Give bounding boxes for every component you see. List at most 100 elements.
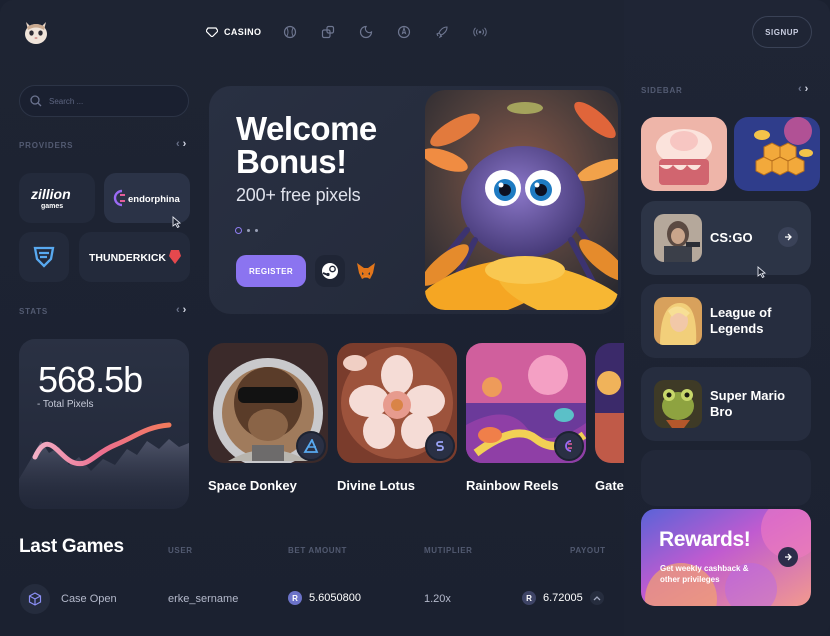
csgo-go-button[interactable] (778, 227, 798, 247)
metamask-fox-icon (357, 263, 375, 279)
row-expand-button[interactable] (590, 591, 604, 605)
sidebar-item-super-mario-bro[interactable]: Super Mario Bro (641, 367, 811, 441)
diamond-icon (206, 27, 218, 37)
arrow-right-icon (785, 553, 792, 561)
provider-badge (554, 431, 584, 461)
search-box[interactable] (19, 85, 189, 117)
spider-monster-image (425, 90, 618, 310)
compass-icon[interactable] (395, 23, 413, 41)
coin-icon: R (288, 591, 302, 605)
league-avatar (654, 297, 702, 345)
rewards-go-button[interactable] (778, 547, 798, 567)
row-bet-value: 5.6050800 (309, 591, 361, 604)
game-card-divine-lotus[interactable]: Divine Lotus (337, 343, 457, 494)
endorphina-small-icon (565, 440, 572, 452)
row-bet-amount: R 5.6050800 (288, 591, 361, 605)
column-header-user: USER (168, 546, 193, 555)
svg-text:zillion: zillion (30, 186, 71, 202)
last-games-title: Last Games (19, 536, 124, 557)
app-root: CASINO SIGNUP PROVIDERS ‹ › (0, 0, 830, 636)
rocket-icon[interactable] (433, 23, 451, 41)
game-title: Rainbow Reels (466, 478, 559, 493)
mouse-cursor-icon (172, 216, 182, 228)
gates-of-olympus-image (595, 343, 624, 463)
stats-pager: ‹ › (176, 304, 186, 316)
stats-wave-chart (19, 422, 189, 509)
provider-shield[interactable] (19, 232, 69, 282)
rewards-banner[interactable]: Rewards! Get weekly cashback & other pri… (641, 509, 811, 606)
sidebar-heading: SIDEBAR (641, 86, 683, 95)
column-header-multiplier: MUTIPLIER (424, 546, 473, 555)
banner-title: Welcome Bonus! (236, 110, 377, 180)
providers-heading: PROVIDERS (19, 141, 74, 150)
chevron-right-icon[interactable]: › (805, 83, 809, 95)
sidebar-item-label: League of Legends (710, 305, 772, 336)
rewards-title: Rewards! (659, 528, 751, 551)
top-navigation: CASINO (206, 22, 489, 42)
moon-icon[interactable] (357, 23, 375, 41)
chevron-left-icon[interactable]: ‹ (798, 83, 802, 95)
shield-icon (33, 246, 55, 268)
chevron-up-icon (593, 596, 601, 601)
sidebar-item-empty (641, 450, 811, 506)
chevron-left-icon[interactable]: ‹ (176, 138, 180, 150)
game-title: Space Donkey (208, 478, 297, 493)
chevron-right-icon[interactable]: › (183, 304, 187, 316)
column-header-payout: PAYOUT (570, 546, 606, 555)
thunderkick-logo: THUNDERKICK (89, 250, 181, 264)
register-button[interactable]: REGISTER (236, 255, 306, 287)
game-card-rainbow-reels[interactable]: Rainbow Reels (466, 343, 586, 494)
case-box-icon (20, 584, 50, 614)
csgo-avatar (654, 214, 702, 262)
search-input[interactable] (49, 96, 169, 106)
row-user[interactable]: erke_sername (168, 593, 238, 605)
sidebar-pager: ‹ › (798, 83, 808, 95)
metamask-login-button[interactable] (351, 255, 381, 287)
stats-value: 568.5b (38, 359, 143, 400)
carousel-dot[interactable] (247, 229, 250, 232)
mario-frog-avatar (654, 380, 702, 428)
steam-icon (322, 263, 338, 279)
divine-lotus-image (337, 343, 457, 463)
arrow-right-icon (785, 233, 792, 241)
triangle-logo-icon (303, 439, 319, 453)
nav-casino[interactable]: CASINO (206, 27, 261, 37)
search-icon (30, 95, 42, 107)
sidebar-thumb-honeycomb[interactable] (734, 117, 820, 191)
space-donkey-image (208, 343, 328, 463)
provider-badge (425, 431, 455, 461)
sidebar-item-csgo[interactable]: CS:GO (641, 201, 811, 275)
endorphina-logo: endorphina (113, 189, 180, 207)
carousel-dot-active[interactable] (235, 227, 242, 234)
rewards-subtitle: Get weekly cashback & other privileges (660, 564, 749, 584)
steam-login-button[interactable] (315, 255, 345, 287)
stats-caption: - Total Pixels (37, 399, 94, 410)
game-card-space-donkey[interactable]: Space Donkey (208, 343, 328, 494)
dice-icon[interactable] (319, 23, 337, 41)
cat-logo-icon[interactable] (22, 18, 50, 46)
provider-thunderkick[interactable]: THUNDERKICK (79, 232, 190, 282)
radio-icon[interactable] (471, 23, 489, 41)
signup-button[interactable]: SIGNUP (752, 16, 812, 48)
game-title: Divine Lotus (337, 478, 416, 493)
providers-pager: ‹ › (176, 138, 186, 150)
chevron-left-icon[interactable]: ‹ (176, 304, 180, 316)
baseball-icon[interactable] (281, 23, 299, 41)
svg-text:games: games (41, 203, 63, 210)
banner-subtitle: 200+ free pixels (236, 185, 361, 205)
game-card-gates-of-olympus[interactable]: Gates of Olympus (595, 343, 624, 494)
coin-icon: R (522, 591, 536, 605)
svg-text:endorphina: endorphina (128, 194, 180, 205)
chevron-right-icon[interactable]: › (183, 138, 187, 150)
sidebar-item-label: Super Mario Bro (710, 388, 786, 419)
stats-card: 568.5b - Total Pixels (19, 339, 189, 509)
sidebar-thumb-cake[interactable] (641, 117, 727, 191)
carousel-dot[interactable] (255, 229, 258, 232)
row-multiplier: 1.20x (424, 593, 451, 605)
row-payout-value: 6.72005 (543, 591, 583, 604)
row-game-name[interactable]: Case Open (61, 593, 117, 605)
carousel-dots (235, 227, 258, 234)
sidebar-item-league-of-legends[interactable]: League of Legends (641, 284, 811, 358)
rainbow-reels-image (466, 343, 586, 463)
provider-zillion[interactable]: zillion games (19, 173, 95, 223)
